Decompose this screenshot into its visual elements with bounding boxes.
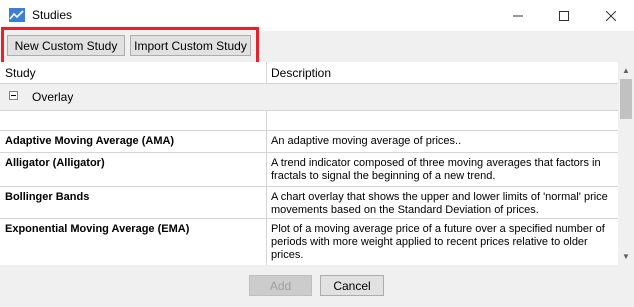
study-description: Plot of a moving average price of a futu… bbox=[271, 223, 605, 261]
column-header-study[interactable]: Study bbox=[5, 66, 36, 80]
close-icon bbox=[606, 10, 616, 21]
study-description: An adaptive moving average of prices.. bbox=[271, 135, 462, 147]
close-button[interactable] bbox=[588, 0, 634, 31]
add-button[interactable]: Add bbox=[249, 275, 312, 296]
highlight-box bbox=[1, 27, 259, 65]
study-name: Adaptive Moving Average (AMA) bbox=[5, 135, 175, 147]
table-row[interactable]: Exponential Moving Average (EMA) Plot of… bbox=[0, 219, 618, 265]
study-name: Exponential Moving Average (EMA) bbox=[5, 223, 190, 235]
study-name: Bollinger Bands bbox=[5, 191, 90, 203]
cell-separator bbox=[266, 131, 267, 152]
vertical-scrollbar[interactable]: ▲ ▼ bbox=[618, 62, 634, 265]
cell-separator bbox=[266, 111, 267, 130]
study-description: A chart overlay that shows the upper and… bbox=[271, 191, 608, 216]
maximize-icon bbox=[559, 10, 569, 21]
scroll-down-icon[interactable]: ▼ bbox=[618, 248, 634, 265]
grid-header: Study Description bbox=[0, 62, 618, 84]
group-row-overlay[interactable]: Overlay bbox=[0, 84, 618, 111]
minimize-icon bbox=[513, 15, 523, 16]
table-row[interactable]: Adaptive Moving Average (AMA) An adaptiv… bbox=[0, 131, 618, 153]
table-row[interactable] bbox=[0, 111, 618, 131]
cell-separator bbox=[266, 187, 267, 218]
cell-separator bbox=[266, 153, 267, 186]
maximize-button[interactable] bbox=[541, 0, 587, 31]
cancel-button[interactable]: Cancel bbox=[320, 275, 384, 296]
studies-app-icon bbox=[9, 8, 25, 22]
cell-separator bbox=[266, 219, 267, 265]
footer: Add Cancel bbox=[0, 265, 634, 307]
window-title: Studies bbox=[32, 8, 73, 22]
studies-grid: Study Description Overlay Adaptive Movin… bbox=[0, 62, 618, 265]
minimize-button[interactable] bbox=[495, 0, 541, 31]
table-row[interactable]: Alligator (Alligator) A trend indicator … bbox=[0, 153, 618, 187]
collapse-icon[interactable] bbox=[9, 91, 18, 100]
column-header-description[interactable]: Description bbox=[271, 66, 331, 80]
scroll-thumb[interactable] bbox=[620, 79, 632, 119]
group-label: Overlay bbox=[32, 90, 74, 104]
table-row[interactable]: Bollinger Bands A chart overlay that sho… bbox=[0, 187, 618, 219]
column-separator bbox=[266, 62, 267, 83]
scroll-up-icon[interactable]: ▲ bbox=[618, 62, 634, 79]
study-name: Alligator (Alligator) bbox=[5, 157, 105, 169]
study-description: A trend indicator composed of three movi… bbox=[271, 157, 601, 182]
